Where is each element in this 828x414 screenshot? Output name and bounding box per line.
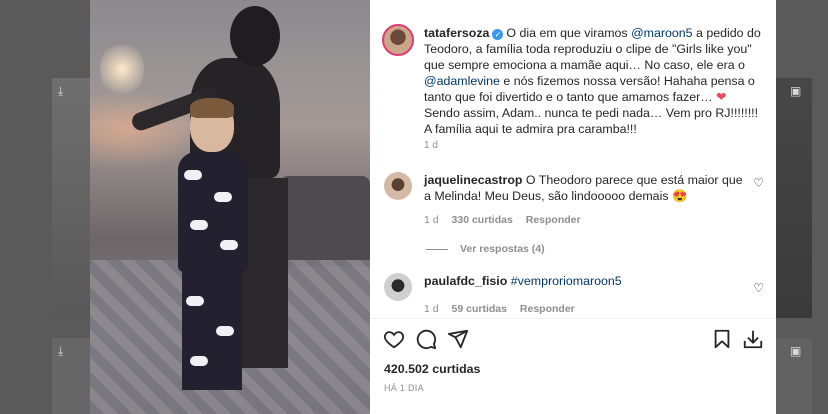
save-icon[interactable] — [711, 328, 733, 350]
verified-badge-icon: ✓ — [492, 29, 504, 40]
caption-text: Sendo assim, Adam.. nunca te pedi nada… … — [424, 106, 759, 136]
red-heart-emoji-icon: ❤ — [716, 90, 727, 104]
download-icon[interactable] — [742, 328, 764, 350]
author-username[interactable]: tatafersoza — [424, 26, 489, 40]
post-detail-panel: tatafersoza ✓ O dia em que viramos @maroon… — [370, 0, 776, 414]
caption-timestamp[interactable]: 1 d — [424, 140, 438, 151]
reply-button[interactable]: Responder — [520, 303, 575, 315]
comment-text: paulafdc_fisio #vemproriomaroon5 — [424, 273, 744, 289]
caption-text: O dia em que viramos — [506, 26, 632, 40]
comment-time[interactable]: 1 d — [424, 214, 439, 226]
comment-likes[interactable]: 330 curtidas — [452, 214, 513, 226]
actions-divider — [370, 318, 776, 319]
feed-tile-right[interactable]: ▣ — [776, 78, 812, 318]
post-caption: tatafersoza ✓ O dia em que viramos @maroon… — [424, 25, 762, 137]
commenter-avatar[interactable] — [384, 273, 412, 301]
commenter-username[interactable]: paulafdc_fisio — [424, 274, 507, 288]
reel-icon: ▣ — [790, 84, 802, 98]
author-avatar[interactable] — [382, 24, 414, 56]
download-icon[interactable]: ⤓ — [58, 344, 63, 359]
comment-likes[interactable]: 59 curtidas — [452, 303, 507, 315]
comment-meta: 1 d 330 curtidas Responder — [424, 214, 591, 226]
comment-like-heart-icon[interactable]: ♡ — [753, 281, 764, 295]
sofa — [280, 176, 370, 266]
commenter-avatar[interactable] — [384, 172, 412, 200]
reply-button[interactable]: Responder — [526, 214, 581, 226]
reel-icon: ▣ — [790, 344, 802, 358]
comment-like-heart-icon[interactable]: ♡ — [753, 176, 764, 190]
feed-tile-right-bottom[interactable]: ▣ — [776, 338, 812, 414]
mention-link[interactable]: @adamlevine — [424, 74, 500, 88]
heart-icon[interactable] — [383, 328, 405, 350]
child-in-pajamas — [150, 98, 260, 410]
comment-meta: 1 d 59 curtidas Responder — [424, 303, 585, 315]
comment-time[interactable]: 1 d — [424, 303, 439, 315]
share-icon[interactable] — [447, 328, 469, 350]
download-icon[interactable]: ⤓ — [58, 84, 63, 99]
comment-icon[interactable] — [415, 328, 437, 350]
comment-item: paulafdc_fisio #vemproriomaroon5 1 d 59 … — [384, 273, 764, 317]
post-likes-count[interactable]: 420.502 curtidas — [384, 362, 480, 376]
comment-item: jaquelinecastrop O Theodoro parece que e… — [384, 172, 764, 232]
commenter-username[interactable]: jaquelinecastrop — [424, 173, 522, 187]
feed-tile-left-bottom[interactable]: ⤓ — [52, 338, 90, 414]
hashtag-link[interactable]: #vemproriomaroon5 — [511, 274, 622, 288]
feed-tile-left[interactable]: ⤓ — [52, 78, 90, 318]
post-media-video[interactable] — [90, 0, 370, 414]
post-date[interactable]: HÁ 1 DIA — [384, 383, 424, 393]
comment-text: jaquelinecastrop O Theodoro parece que e… — [424, 172, 744, 204]
mention-link[interactable]: @maroon5 — [631, 26, 692, 40]
view-replies-label: Ver respostas (4) — [460, 243, 545, 255]
view-replies-button[interactable]: Ver respostas (4) — [426, 243, 545, 255]
